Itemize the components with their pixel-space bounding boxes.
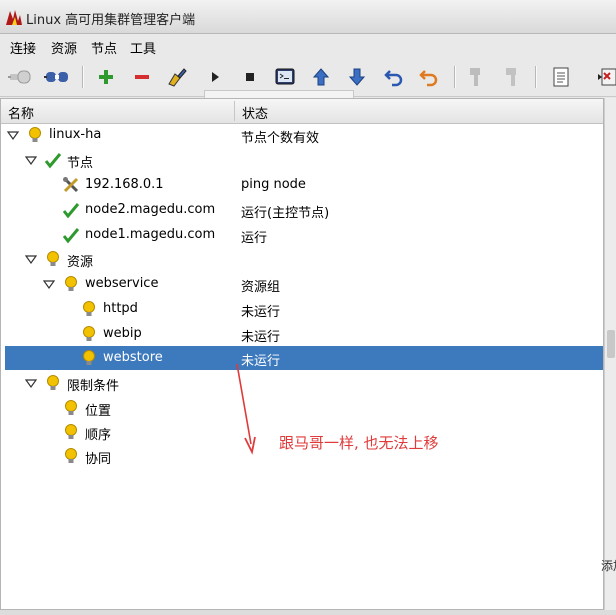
bulb-icon bbox=[65, 276, 77, 291]
menu-connect[interactable]: 连接 bbox=[10, 38, 36, 57]
menu-bar: 连接 资源 节点 工具 bbox=[0, 34, 616, 59]
annotation-arrow-icon bbox=[236, 363, 256, 455]
menu-resources[interactable]: 资源 bbox=[51, 38, 77, 57]
bulb-icon bbox=[65, 400, 77, 415]
tree-label: 位置 bbox=[85, 404, 112, 419]
bulb-icon bbox=[83, 350, 95, 365]
tree-row-location[interactable]: 位置 bbox=[5, 396, 603, 420]
tree-label: 192.168.0.1 bbox=[85, 177, 164, 192]
column-header-name[interactable]: 名称 bbox=[8, 103, 34, 122]
tools-icon bbox=[63, 177, 79, 193]
bulb-icon bbox=[83, 326, 95, 341]
standby-icon[interactable] bbox=[463, 64, 489, 90]
tree-row-webstore[interactable]: webstore 未运行 bbox=[5, 346, 603, 370]
scrollbar-thumb[interactable] bbox=[607, 330, 615, 358]
add-icon[interactable] bbox=[93, 64, 119, 90]
expand-arrow-icon[interactable] bbox=[25, 253, 37, 265]
tree-row-webservice[interactable]: webservice 资源组 bbox=[5, 272, 603, 296]
tree-label: httpd bbox=[103, 301, 138, 316]
play-icon[interactable] bbox=[202, 64, 228, 90]
tree-label: webstore bbox=[103, 350, 163, 365]
check-icon bbox=[62, 203, 80, 219]
status-strip bbox=[0, 610, 616, 615]
tree-status: 资源组 bbox=[241, 280, 281, 295]
toolbar-separator bbox=[535, 66, 537, 88]
tree-status: 未运行 bbox=[241, 330, 281, 345]
redo-icon[interactable] bbox=[416, 64, 442, 90]
expand-arrow-icon[interactable] bbox=[25, 154, 37, 166]
bulb-icon bbox=[47, 375, 59, 390]
tree-label: 协同 bbox=[85, 452, 112, 467]
tree-status: 节点个数有效 bbox=[241, 131, 320, 146]
tree-label: 顺序 bbox=[85, 428, 112, 443]
tree-row-nodes[interactable]: 节点 bbox=[5, 148, 603, 172]
expand-arrow-icon[interactable] bbox=[25, 377, 37, 389]
tree-label: linux-ha bbox=[49, 127, 102, 142]
annotation-note: 跟马哥一样, 也无法上移 bbox=[279, 434, 439, 452]
undo-icon[interactable] bbox=[381, 64, 407, 90]
tree-header: 名称 状态 bbox=[1, 99, 603, 124]
remove-icon[interactable] bbox=[129, 64, 155, 90]
tree-status: 未运行 bbox=[241, 305, 281, 320]
tree-label: 资源 bbox=[67, 255, 94, 270]
column-divider[interactable] bbox=[234, 101, 235, 121]
toolbar-separator bbox=[454, 66, 456, 88]
tree-label: 限制条件 bbox=[67, 379, 120, 394]
bulb-icon bbox=[83, 301, 95, 316]
tree-label: webservice bbox=[85, 276, 159, 291]
tree-label: webip bbox=[103, 326, 142, 341]
cleanup-icon[interactable] bbox=[164, 64, 190, 90]
menu-nodes[interactable]: 节点 bbox=[91, 38, 117, 57]
tree-row-cluster[interactable]: linux-ha 节点个数有效 bbox=[5, 123, 603, 147]
menu-tools[interactable]: 工具 bbox=[130, 38, 156, 57]
vertical-scrollbar[interactable] bbox=[604, 98, 616, 610]
connect-icon[interactable] bbox=[8, 64, 34, 90]
arrow-up-icon[interactable] bbox=[308, 64, 334, 90]
tree-row-resources[interactable]: 资源 bbox=[5, 247, 603, 271]
bulb-icon bbox=[65, 448, 77, 463]
tree-status: ping node bbox=[241, 177, 306, 192]
document-icon[interactable] bbox=[548, 64, 574, 90]
disconnect-icon[interactable] bbox=[44, 64, 70, 90]
tree-label: node2.magedu.com bbox=[85, 202, 216, 217]
check-icon bbox=[62, 228, 80, 244]
app-logo-icon bbox=[6, 10, 22, 25]
bulb-icon bbox=[65, 424, 77, 439]
tree-status: 运行 bbox=[241, 231, 268, 246]
title-bar: Linux 高可用集群管理客户端 bbox=[0, 0, 616, 34]
tree-row-node2[interactable]: node2.magedu.com 运行(主控节点) bbox=[5, 198, 603, 222]
column-header-status[interactable]: 状态 bbox=[242, 103, 268, 122]
tree-row-node1[interactable]: node1.magedu.com 运行 bbox=[5, 223, 603, 247]
tree-row-webip[interactable]: webip 未运行 bbox=[5, 322, 603, 346]
expand-arrow-icon[interactable] bbox=[43, 278, 55, 290]
stop-icon[interactable] bbox=[237, 64, 263, 90]
bulb-icon bbox=[29, 127, 41, 142]
toolbar-separator bbox=[82, 66, 84, 88]
tree-label: node1.magedu.com bbox=[85, 227, 216, 242]
resource-tree: 名称 状态 linux-ha 节点个数有效 节点 192.168.0.1 pin… bbox=[0, 98, 604, 610]
tree-row-constraints[interactable]: 限制条件 bbox=[5, 371, 603, 395]
tree-status: 运行(主控节点) bbox=[241, 206, 330, 221]
tree-row-ping-node[interactable]: 192.168.0.1 ping node bbox=[5, 173, 603, 197]
window-title: Linux 高可用集群管理客户端 bbox=[26, 13, 196, 28]
exit-icon[interactable] bbox=[594, 64, 616, 90]
arrow-down-icon[interactable] bbox=[344, 64, 370, 90]
active-icon[interactable] bbox=[499, 64, 525, 90]
tree-row-httpd[interactable]: httpd 未运行 bbox=[5, 297, 603, 321]
expand-arrow-icon[interactable] bbox=[7, 129, 19, 141]
console-icon[interactable] bbox=[272, 64, 298, 90]
side-panel-label: 添加 bbox=[601, 559, 616, 573]
tree-label: 节点 bbox=[67, 156, 94, 171]
bulb-icon bbox=[47, 251, 59, 266]
check-icon bbox=[44, 153, 62, 169]
